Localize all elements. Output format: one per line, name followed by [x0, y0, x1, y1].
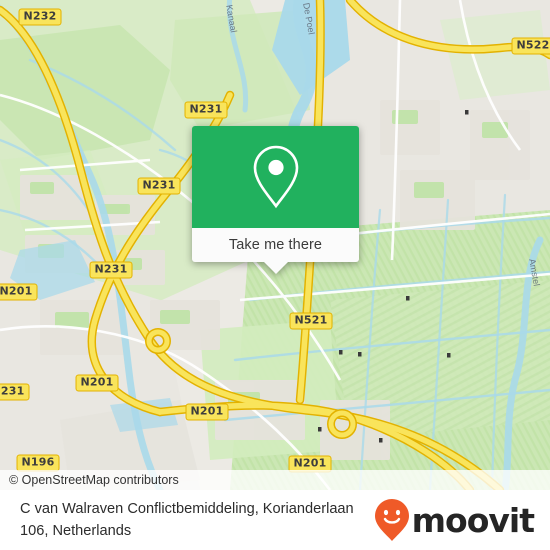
road-shield: N231 — [137, 177, 181, 195]
place-card-action-bar[interactable]: Take me there — [192, 228, 359, 274]
road-shield: N201 — [0, 283, 38, 301]
map-viewport[interactable]: N232 N522 N231 N231 N231 N201 N521 N231 … — [0, 0, 550, 490]
moovit-pin-smiley-icon — [374, 499, 409, 541]
moovit-wordmark: moovit — [411, 500, 535, 540]
road-shield: N201 — [185, 403, 229, 421]
road-shield: N231 — [89, 261, 133, 279]
road-shield: N232 — [18, 8, 62, 26]
callout-pointer — [263, 262, 288, 274]
place-address: C van Walraven Conflictbemiddeling, Kori… — [20, 501, 354, 539]
road-shield: N231 — [0, 383, 30, 401]
place-callout-card[interactable]: Take me there — [192, 126, 359, 274]
road-shield: N522 — [511, 37, 550, 55]
osm-attribution-text[interactable]: © OpenStreetMap contributors — [9, 473, 179, 487]
moovit-place-page: N232 N522 N231 N231 N231 N201 N521 N231 … — [0, 0, 550, 550]
take-me-there-label: Take me there — [228, 237, 323, 253]
road-shield: N201 — [75, 374, 119, 392]
moovit-logo[interactable]: moovit — [374, 498, 538, 542]
osm-attribution-bar: © OpenStreetMap contributors — [0, 470, 550, 490]
map-pin-icon — [253, 145, 298, 209]
road-shield: N231 — [184, 101, 228, 119]
page-footer: C van Walraven Conflictbemiddeling, Kori… — [0, 490, 550, 550]
road-shield: N521 — [289, 312, 333, 330]
road-shield: N196 — [16, 454, 60, 472]
place-card-header — [192, 126, 359, 228]
